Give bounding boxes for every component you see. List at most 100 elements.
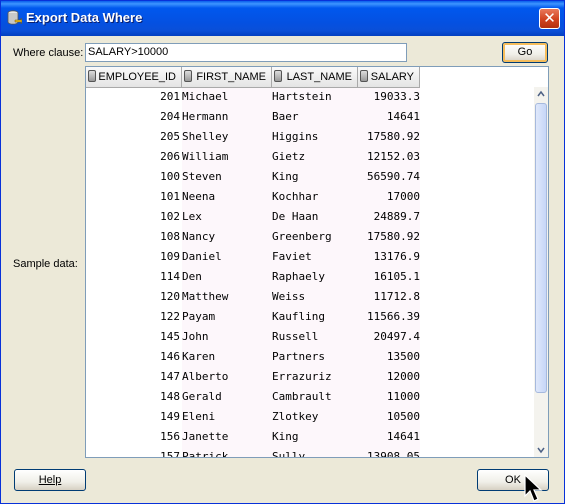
go-button[interactable]: Go: [502, 42, 548, 63]
salary-cell[interactable]: 20497.4: [358, 327, 420, 347]
salary-cell[interactable]: 17580.92: [358, 127, 420, 147]
first-name-cell[interactable]: Patrick: [182, 447, 272, 457]
first-name-cell[interactable]: Payam: [182, 307, 272, 327]
table-row[interactable]: 120 Matthew Weiss 11712.8: [86, 287, 420, 307]
first-name-cell[interactable]: Lex: [182, 207, 272, 227]
column-header-salary[interactable]: SALARY: [358, 67, 420, 87]
salary-cell[interactable]: 11566.39: [358, 307, 420, 327]
first-name-cell[interactable]: Alberto: [182, 367, 272, 387]
employee-id-cell[interactable]: 100: [86, 167, 182, 187]
last-name-cell[interactable]: Raphaely: [272, 267, 358, 287]
first-name-cell[interactable]: William: [182, 147, 272, 167]
last-name-cell[interactable]: Zlotkey: [272, 407, 358, 427]
employee-id-cell[interactable]: 149: [86, 407, 182, 427]
employee-id-cell[interactable]: 204: [86, 107, 182, 127]
table-row[interactable]: 109 Daniel Faviet 13176.9: [86, 247, 420, 267]
employee-id-cell[interactable]: 156: [86, 427, 182, 447]
last-name-cell[interactable]: Hartstein: [272, 87, 358, 107]
first-name-cell[interactable]: Eleni: [182, 407, 272, 427]
vertical-scrollbar[interactable]: [534, 87, 548, 457]
first-name-cell[interactable]: Daniel: [182, 247, 272, 267]
table-row[interactable]: 204 Hermann Baer 14641: [86, 107, 420, 127]
table-row[interactable]: 156 Janette King 14641: [86, 427, 420, 447]
employee-id-cell[interactable]: 146: [86, 347, 182, 367]
table-row[interactable]: 108 Nancy Greenberg 17580.92: [86, 227, 420, 247]
salary-cell[interactable]: 17000: [358, 187, 420, 207]
first-name-cell[interactable]: Janette: [182, 427, 272, 447]
last-name-cell[interactable]: Kochhar: [272, 187, 358, 207]
help-button[interactable]: Help: [14, 469, 86, 491]
salary-cell[interactable]: 10500: [358, 407, 420, 427]
last-name-cell[interactable]: Greenberg: [272, 227, 358, 247]
first-name-cell[interactable]: Hermann: [182, 107, 272, 127]
salary-cell[interactable]: 16105.1: [358, 267, 420, 287]
table-row[interactable]: 145 John Russell 20497.4: [86, 327, 420, 347]
salary-cell[interactable]: 13500: [358, 347, 420, 367]
salary-cell[interactable]: 19033.3: [358, 87, 420, 107]
last-name-cell[interactable]: Higgins: [272, 127, 358, 147]
column-header-last-name[interactable]: LAST_NAME: [272, 67, 358, 87]
table-row[interactable]: 206 William Gietz 12152.03: [86, 147, 420, 167]
last-name-cell[interactable]: Russell: [272, 327, 358, 347]
last-name-cell[interactable]: King: [272, 167, 358, 187]
title-bar[interactable]: Export Data Where ✕: [1, 1, 564, 36]
first-name-cell[interactable]: Gerald: [182, 387, 272, 407]
table-row[interactable]: 201 Michael Hartstein 19033.3: [86, 87, 420, 107]
last-name-cell[interactable]: Sully: [272, 447, 358, 457]
table-row[interactable]: 149 Eleni Zlotkey 10500: [86, 407, 420, 427]
scroll-down-button[interactable]: [534, 443, 548, 457]
last-name-cell[interactable]: Errazuriz: [272, 367, 358, 387]
first-name-cell[interactable]: Steven: [182, 167, 272, 187]
first-name-cell[interactable]: Neena: [182, 187, 272, 207]
first-name-cell[interactable]: Den: [182, 267, 272, 287]
salary-cell[interactable]: 13176.9: [358, 247, 420, 267]
first-name-cell[interactable]: John: [182, 327, 272, 347]
salary-cell[interactable]: 14641: [358, 427, 420, 447]
salary-cell[interactable]: 14641: [358, 107, 420, 127]
table-row[interactable]: 148 Gerald Cambrault 11000: [86, 387, 420, 407]
table-row[interactable]: 100 Steven King 56590.74: [86, 167, 420, 187]
table-row[interactable]: 102 Lex De Haan 24889.7: [86, 207, 420, 227]
table-row[interactable]: 101 Neena Kochhar 17000: [86, 187, 420, 207]
scroll-up-button[interactable]: [534, 87, 548, 101]
employee-id-cell[interactable]: 145: [86, 327, 182, 347]
last-name-cell[interactable]: Baer: [272, 107, 358, 127]
employee-id-cell[interactable]: 147: [86, 367, 182, 387]
where-clause-input[interactable]: SALARY>10000: [85, 43, 407, 62]
first-name-cell[interactable]: Matthew: [182, 287, 272, 307]
employee-id-cell[interactable]: 108: [86, 227, 182, 247]
salary-cell[interactable]: 12000: [358, 367, 420, 387]
last-name-cell[interactable]: Gietz: [272, 147, 358, 167]
first-name-cell[interactable]: Karen: [182, 347, 272, 367]
salary-cell[interactable]: 13908.05: [358, 447, 420, 457]
first-name-cell[interactable]: Michael: [182, 87, 272, 107]
last-name-cell[interactable]: Weiss: [272, 287, 358, 307]
employee-id-cell[interactable]: 201: [86, 87, 182, 107]
last-name-cell[interactable]: De Haan: [272, 207, 358, 227]
employee-id-cell[interactable]: 114: [86, 267, 182, 287]
employee-id-cell[interactable]: 205: [86, 127, 182, 147]
employee-id-cell[interactable]: 109: [86, 247, 182, 267]
salary-cell[interactable]: 12152.03: [358, 147, 420, 167]
last-name-cell[interactable]: Kaufling: [272, 307, 358, 327]
sample-data-grid[interactable]: EMPLOYEE_ID FIRST_NAME LAST_NAME SALARY …: [85, 66, 549, 458]
employee-id-cell[interactable]: 122: [86, 307, 182, 327]
first-name-cell[interactable]: Nancy: [182, 227, 272, 247]
table-row[interactable]: 146 Karen Partners 13500: [86, 347, 420, 367]
last-name-cell[interactable]: Cambrault: [272, 387, 358, 407]
table-row[interactable]: 147 Alberto Errazuriz 12000: [86, 367, 420, 387]
scroll-thumb[interactable]: [535, 103, 547, 393]
column-header-first-name[interactable]: FIRST_NAME: [182, 67, 272, 87]
last-name-cell[interactable]: Partners: [272, 347, 358, 367]
table-row[interactable]: 157 Patrick Sully 13908.05: [86, 447, 420, 457]
close-button[interactable]: ✕: [539, 8, 560, 29]
salary-cell[interactable]: 24889.7: [358, 207, 420, 227]
last-name-cell[interactable]: Faviet: [272, 247, 358, 267]
last-name-cell[interactable]: King: [272, 427, 358, 447]
first-name-cell[interactable]: Shelley: [182, 127, 272, 147]
employee-id-cell[interactable]: 148: [86, 387, 182, 407]
table-row[interactable]: 114 Den Raphaely 16105.1: [86, 267, 420, 287]
table-row[interactable]: 205 Shelley Higgins 17580.92: [86, 127, 420, 147]
employee-id-cell[interactable]: 102: [86, 207, 182, 227]
table-row[interactable]: 122 Payam Kaufling 11566.39: [86, 307, 420, 327]
